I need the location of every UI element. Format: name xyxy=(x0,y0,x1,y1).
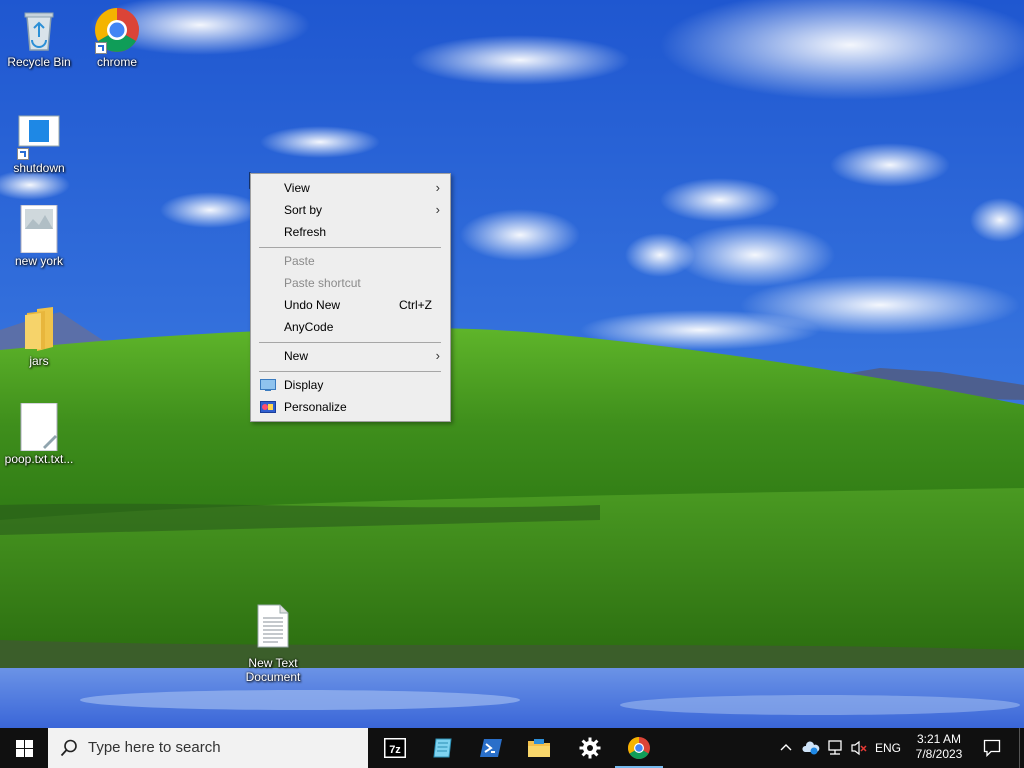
menu-item-label: Paste xyxy=(284,254,315,268)
menu-item-label: Sort by xyxy=(284,203,323,217)
menu-item-sort-by[interactable]: Sort by › xyxy=(251,199,450,221)
chevron-right-icon: › xyxy=(435,348,440,363)
clock-date: 7/8/2023 xyxy=(915,747,963,761)
menu-item-label: Refresh xyxy=(284,225,327,239)
tray-clock[interactable]: 3:21 AM 7/8/2023 xyxy=(906,728,972,768)
desktop-icon-jars[interactable]: jars xyxy=(0,305,78,368)
menu-item-shortcut: Ctrl+Z xyxy=(399,298,432,312)
settings-icon xyxy=(579,737,601,759)
menu-item-new[interactable]: New › xyxy=(251,345,450,367)
taskbar-app-chrome[interactable] xyxy=(615,728,663,768)
menu-separator xyxy=(259,371,441,372)
taskbar-app-notepad[interactable] xyxy=(419,728,467,768)
search-placeholder: Type here to search xyxy=(88,739,221,756)
tray-language[interactable]: ENG xyxy=(872,728,904,768)
desktop-icon-label: Recycle Bin xyxy=(7,55,71,69)
personalize-icon xyxy=(260,401,276,413)
menu-item-label: AnyCode xyxy=(284,320,334,334)
chrome-icon xyxy=(628,737,650,759)
7zip-icon: 7z xyxy=(384,738,406,758)
menu-item-personalize[interactable]: Personalize xyxy=(251,396,450,418)
taskbar-app-file-explorer[interactable] xyxy=(515,728,563,768)
desktop-icon-shutdown[interactable]: shutdown xyxy=(0,112,78,175)
svg-text:7z: 7z xyxy=(389,744,401,756)
menu-item-paste-shortcut: Paste shortcut xyxy=(251,272,450,294)
display-settings-icon xyxy=(260,379,276,391)
desktop-icon-new-text-document[interactable]: New Text Document xyxy=(234,604,312,684)
network-icon xyxy=(828,740,842,755)
image-file-icon xyxy=(15,204,63,254)
menu-item-label: New xyxy=(284,349,309,363)
chevron-right-icon: › xyxy=(435,202,440,217)
show-desktop-button[interactable] xyxy=(1019,728,1024,768)
menu-separator xyxy=(259,247,441,248)
tray-onedrive[interactable] xyxy=(800,728,822,768)
desktop-icon-label: poop.txt.txt... xyxy=(4,452,74,466)
shortcut-arrow-icon xyxy=(17,148,29,160)
action-center-button[interactable] xyxy=(974,728,1008,768)
desktop-icon-label-line1: New Text xyxy=(248,656,298,670)
menu-item-label: Display xyxy=(284,378,324,392)
desktop-context-menu: View › Sort by › Refresh Paste Paste sho… xyxy=(250,173,451,422)
notepad-icon xyxy=(433,738,452,758)
shortcut-arrow-icon xyxy=(95,42,107,54)
search-icon xyxy=(60,739,77,757)
desktop-icon-label: chrome xyxy=(96,55,137,69)
desktop[interactable]: Recycle Bin chrome shutdown new york jar… xyxy=(0,0,1024,728)
powershell-icon xyxy=(480,739,502,757)
taskbar-app-settings[interactable] xyxy=(566,728,614,768)
file-explorer-icon xyxy=(528,739,550,757)
volume-muted-icon xyxy=(851,740,867,756)
windows-logo-icon xyxy=(16,740,33,757)
text-document-icon xyxy=(256,604,290,648)
clock-time: 3:21 AM xyxy=(916,732,962,746)
folder-icon xyxy=(15,305,63,353)
taskbar-search-box[interactable]: Type here to search xyxy=(48,728,368,768)
desktop-icon-poop-txt[interactable]: poop.txt.txt... xyxy=(0,402,78,466)
text-file-icon xyxy=(15,402,63,452)
start-button[interactable] xyxy=(0,728,48,768)
desktop-icon-label: shutdown xyxy=(13,161,65,175)
desktop-icon-chrome[interactable]: chrome xyxy=(78,6,156,69)
desktop-icon-new-york[interactable]: new york xyxy=(0,204,78,268)
chrome-icon xyxy=(93,6,141,54)
chevron-up-icon xyxy=(780,744,792,751)
menu-item-view[interactable]: View › xyxy=(251,177,450,199)
menu-item-paste: Paste xyxy=(251,250,450,272)
menu-item-label: Personalize xyxy=(284,400,347,414)
desktop-icon-recycle-bin[interactable]: Recycle Bin xyxy=(0,6,78,69)
language-indicator: ENG xyxy=(874,741,901,755)
recycle-bin-icon xyxy=(15,6,63,54)
chevron-right-icon: › xyxy=(435,180,440,195)
menu-item-label: Paste shortcut xyxy=(284,276,361,290)
tray-network[interactable] xyxy=(824,728,846,768)
menu-separator xyxy=(259,342,441,343)
menu-item-label: View xyxy=(284,181,310,195)
menu-item-label: Undo New xyxy=(284,298,341,312)
notification-icon xyxy=(983,739,1001,757)
menu-item-display[interactable]: Display xyxy=(251,374,450,396)
desktop-icon-label-line2: Document xyxy=(245,670,301,684)
onedrive-sync-icon xyxy=(802,741,820,755)
desktop-icon-label: new york xyxy=(14,254,64,268)
shutdown-shortcut-icon xyxy=(15,112,63,160)
wallpaper xyxy=(0,0,1024,728)
taskbar: Type here to search 7z ENG 3:21 AM 7/8/2… xyxy=(0,728,1024,768)
show-hidden-icons-button[interactable] xyxy=(776,728,796,768)
taskbar-app-7zip[interactable]: 7z xyxy=(371,728,419,768)
menu-item-undo-new[interactable]: Undo New Ctrl+Z xyxy=(251,294,450,316)
menu-item-refresh[interactable]: Refresh xyxy=(251,221,450,243)
tray-volume[interactable] xyxy=(848,728,870,768)
taskbar-app-powershell[interactable] xyxy=(467,728,515,768)
desktop-icon-label: jars xyxy=(29,354,49,368)
menu-item-anycode[interactable]: AnyCode xyxy=(251,316,450,338)
